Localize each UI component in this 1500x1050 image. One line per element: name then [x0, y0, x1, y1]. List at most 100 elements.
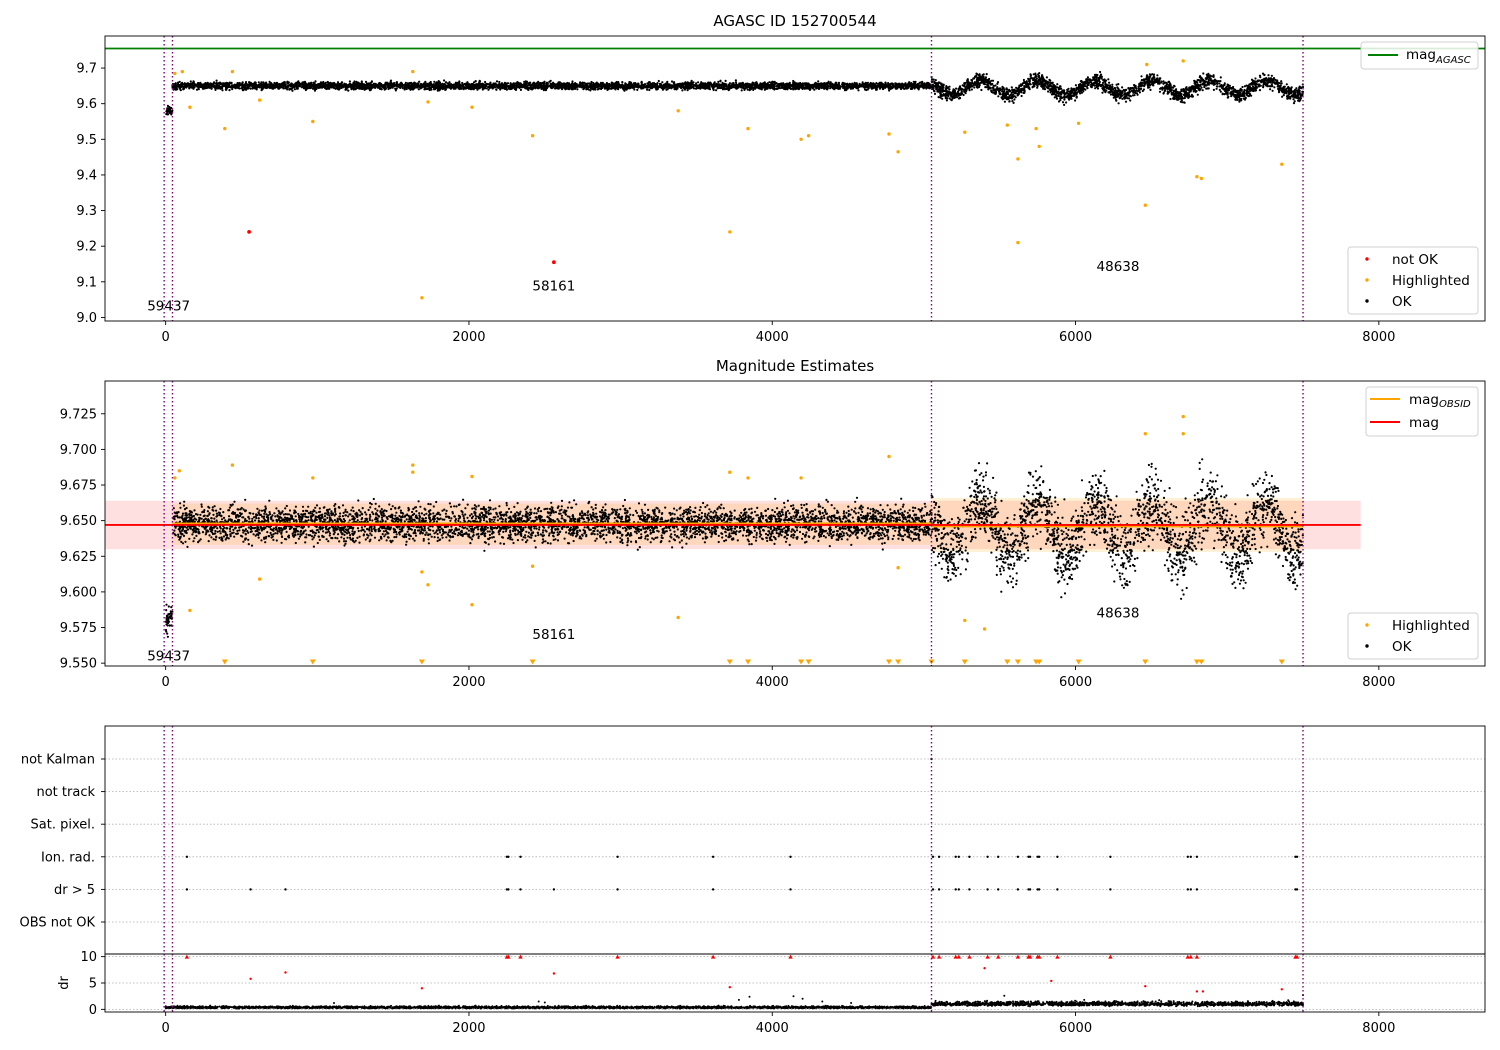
ok-point	[878, 84, 881, 87]
ok-point	[675, 84, 679, 88]
ok-point	[862, 85, 865, 88]
ok-point	[531, 88, 534, 91]
ok-point	[695, 86, 699, 89]
ok-point	[640, 86, 643, 89]
ok-point	[231, 88, 234, 91]
ok-point	[544, 89, 548, 92]
ok-point	[410, 86, 413, 89]
ok-point	[333, 82, 336, 85]
ok-point	[760, 84, 763, 87]
ok-point	[287, 81, 290, 84]
ok-point	[676, 87, 679, 90]
ok-point	[702, 83, 705, 87]
ok-point	[326, 80, 329, 84]
ok-point	[866, 83, 869, 86]
ok-point	[360, 87, 363, 90]
ok-point	[654, 83, 657, 86]
ok-point	[621, 81, 624, 84]
ok-point	[452, 85, 455, 88]
ok-point	[340, 86, 343, 89]
ok-point	[649, 86, 652, 89]
ok-point	[773, 82, 777, 85]
ok-point	[716, 84, 719, 87]
ok-point	[736, 84, 740, 87]
ok-point	[260, 89, 263, 92]
ok-point	[854, 85, 857, 88]
ok-point	[590, 84, 593, 87]
ok-point	[744, 84, 747, 88]
ok-point	[484, 80, 487, 84]
ok-point	[178, 80, 181, 83]
ok-point	[395, 81, 398, 84]
ok-point	[573, 83, 576, 86]
ok-point	[494, 86, 497, 89]
ok-point	[337, 88, 340, 91]
ok-point	[657, 79, 660, 83]
ok-point	[283, 82, 286, 85]
ok-point	[369, 87, 372, 90]
ok-point	[448, 83, 451, 86]
ok-point	[208, 85, 211, 88]
ok-point	[789, 86, 792, 89]
ok-point	[505, 88, 508, 91]
ok-point	[195, 84, 198, 87]
ok-point	[615, 82, 618, 85]
ok-point	[921, 83, 924, 86]
ok-point	[330, 83, 333, 86]
ok-point	[857, 89, 860, 92]
ok-point	[528, 83, 531, 87]
ok-point	[717, 80, 720, 83]
ok-point	[820, 86, 823, 89]
ok-point	[483, 86, 486, 89]
ok-point	[727, 85, 730, 88]
ok-point	[903, 87, 906, 90]
ok-point	[582, 84, 586, 87]
ok-point	[624, 82, 627, 85]
ok-point	[746, 85, 749, 88]
ok-point	[529, 81, 532, 84]
ok-point	[713, 85, 716, 88]
ok-point	[224, 83, 227, 86]
ok-point	[509, 82, 512, 85]
ok-point	[406, 82, 410, 85]
ok-point	[555, 83, 558, 86]
ok-point	[1219, 76, 1222, 79]
ok-point	[817, 80, 820, 83]
ok-point	[708, 86, 711, 89]
ok-point	[425, 84, 429, 87]
ok-point	[430, 84, 433, 87]
ok-point	[211, 83, 215, 86]
figure: AGASC ID 152700544 594375816148638 0 2000…	[20, 12, 1486, 1036]
ok-point	[887, 87, 890, 90]
ok-point	[1280, 80, 1283, 83]
ok-point	[1022, 78, 1025, 82]
ok-point	[763, 88, 767, 91]
ok-point	[785, 82, 789, 85]
ok-point	[497, 83, 500, 86]
ok-point	[265, 86, 268, 89]
ok-point	[240, 87, 243, 90]
ok-point	[393, 82, 396, 85]
ok-point	[803, 87, 806, 90]
ok-point	[423, 88, 426, 91]
ok-point	[485, 87, 488, 90]
ok-point	[907, 82, 910, 85]
ok-point	[425, 87, 428, 91]
ok-point	[387, 86, 390, 90]
ok-point	[666, 88, 669, 91]
ok-point	[523, 85, 526, 89]
ok-point	[436, 85, 439, 88]
ok-point	[357, 84, 360, 87]
ok-point	[361, 86, 364, 89]
ok-point	[693, 84, 696, 87]
ok-point	[916, 85, 919, 88]
ok-point	[271, 84, 274, 87]
ok-point	[829, 87, 832, 90]
ok-point	[658, 82, 662, 85]
ok-point	[927, 81, 930, 85]
agasc-data: 594375816148638	[105, 36, 1485, 321]
ok-point	[414, 84, 417, 87]
ok-point	[275, 85, 278, 88]
ok-point	[594, 88, 597, 91]
ok-point	[635, 83, 638, 86]
